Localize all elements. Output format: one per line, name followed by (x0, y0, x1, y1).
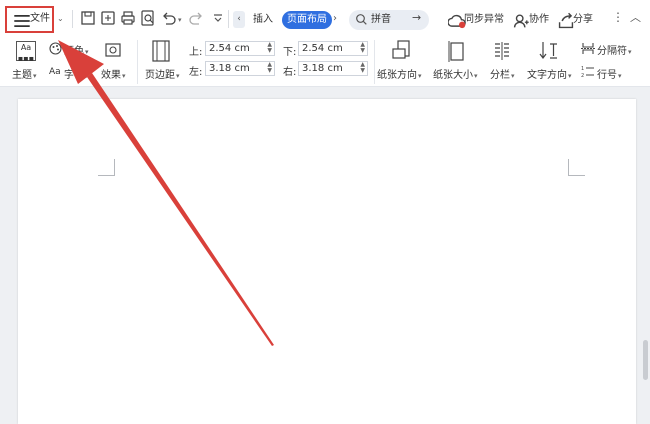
annotation-arrow (58, 40, 274, 346)
